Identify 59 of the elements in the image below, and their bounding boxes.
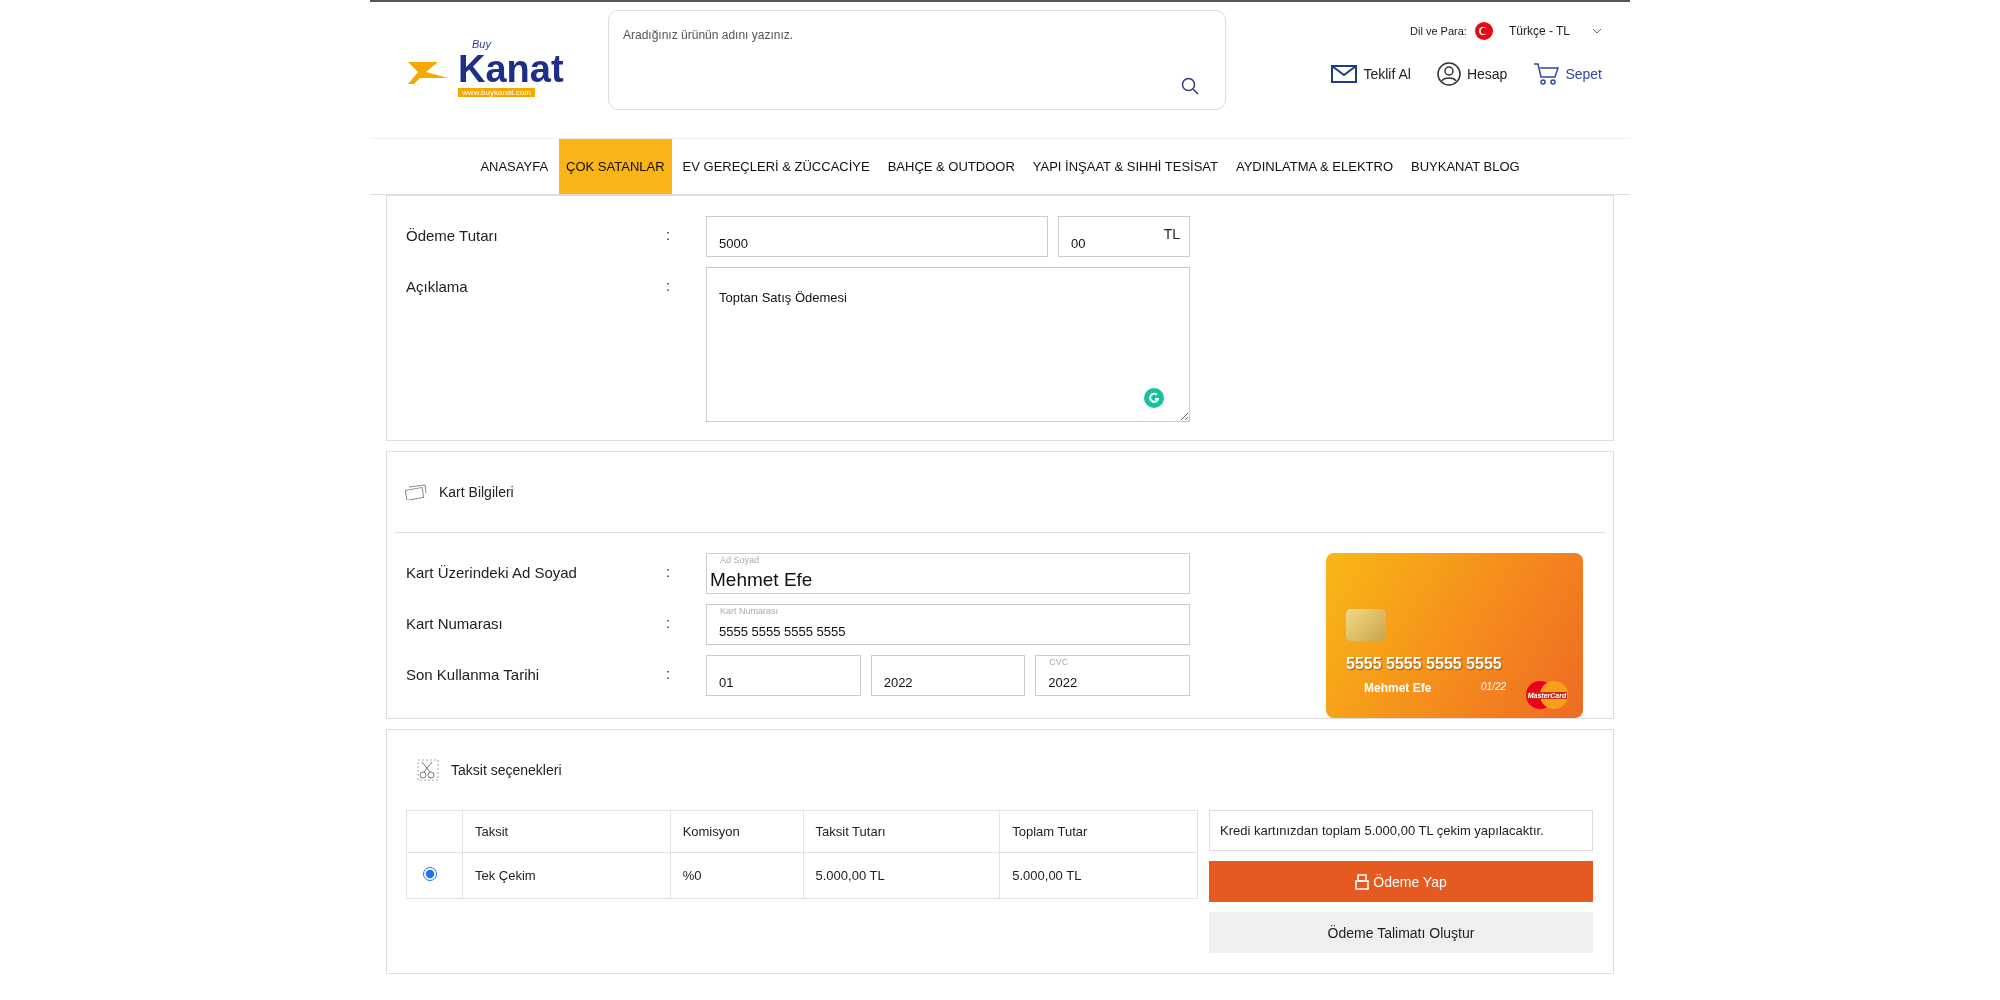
header-link[interactable]: Teklif Al <box>1331 65 1411 83</box>
nav-item[interactable]: AYDINLATMA & ELEKTRO <box>1229 139 1400 194</box>
amount-field[interactable]: 5000 <box>706 216 1048 257</box>
year-field[interactable]: 2022 <box>870 655 1026 696</box>
floating-label: Kart Numarası <box>720 606 779 616</box>
charge-notice: Kredi kartınızdan toplam 5.000,00 TL çekim yapılacaktır. <box>1209 810 1593 851</box>
logo-brand: Kanat <box>458 49 564 88</box>
language-label: Dil ve Para: <box>1410 25 1467 37</box>
table-cell: %0 <box>670 852 803 899</box>
nav-item[interactable]: BAHÇE & OUTDOOR <box>880 139 1022 194</box>
column-header: Taksit Tutarı <box>803 810 1000 853</box>
mail-icon <box>1331 65 1358 83</box>
search-icon[interactable] <box>1181 77 1199 95</box>
nav-item[interactable]: ANASAYFA <box>473 139 556 194</box>
chip-icon <box>1346 609 1386 641</box>
field-label: Kart Üzerindeki Ad Soyad <box>406 563 578 581</box>
user-icon <box>1436 62 1461 86</box>
language-select[interactable]: Türkçe - TL <box>1508 24 1570 38</box>
description-field[interactable]: Toptan Satış Ödemesi <box>706 267 1190 422</box>
section-title: Kart Bilgileri <box>439 484 514 500</box>
currency-label: TL <box>1163 226 1180 242</box>
nav-item[interactable]: BUYKANAT BLOG <box>1404 139 1527 194</box>
installment-radio[interactable] <box>423 867 437 881</box>
floating-label: CVC <box>1049 657 1069 667</box>
column-header: Komisyon <box>670 810 803 853</box>
chevron-down-icon[interactable] <box>1592 28 1602 34</box>
field-label: Ödeme Tutarı <box>406 226 499 244</box>
colon-separator: : <box>666 226 671 243</box>
column-header: Taksit <box>462 810 671 853</box>
table-cell: 5.000,00 TL <box>999 852 1198 899</box>
cart-icon <box>1533 62 1560 86</box>
colon-separator: : <box>666 563 671 580</box>
colon-separator: : <box>666 277 671 294</box>
field-label: Kart Numarası <box>406 614 504 632</box>
card-number-text: 5555 5555 5555 5555 <box>1346 655 1502 673</box>
card-holder-text: Mehmet Efe <box>1364 681 1432 695</box>
logo-text: Buy <box>472 38 491 50</box>
logo-url: www.buykanat.com <box>458 87 535 98</box>
table-cell: Tek Çekim <box>462 852 671 899</box>
field-label: Son Kullanma Tarihi <box>406 665 541 683</box>
table-cell: 5.000,00 TL <box>803 852 1000 899</box>
nav-item[interactable]: YAPI İNŞAAT & SIHHİ TESİSAT <box>1025 139 1225 194</box>
section-title: Taksit seçenekleri <box>451 762 562 778</box>
nav-item[interactable]: EV GEREÇLERİ & ZÜCCACİYE <box>675 139 877 194</box>
month-field[interactable]: 01 <box>706 655 861 696</box>
header-link[interactable]: Hesap <box>1436 62 1508 86</box>
column-header: Toplam Tutar <box>999 810 1198 853</box>
header-link[interactable]: Sepet <box>1533 62 1602 86</box>
payment-order-button[interactable]: Ödeme Talimatı Oluştur <box>1209 912 1593 953</box>
card-expiry-text: 01/22 <box>1481 681 1507 692</box>
flag-icon <box>1474 22 1493 40</box>
scissors-icon <box>417 759 439 781</box>
colon-separator: : <box>666 614 671 631</box>
cards-icon <box>405 484 427 500</box>
nav-item[interactable]: ÇOK SATANLAR <box>559 139 672 194</box>
colon-separator: : <box>666 665 671 682</box>
pay-button[interactable]: Ödeme Yap <box>1209 861 1593 902</box>
field-label: Açıklama <box>406 277 469 295</box>
floating-label: Ad Soyad <box>720 555 760 565</box>
